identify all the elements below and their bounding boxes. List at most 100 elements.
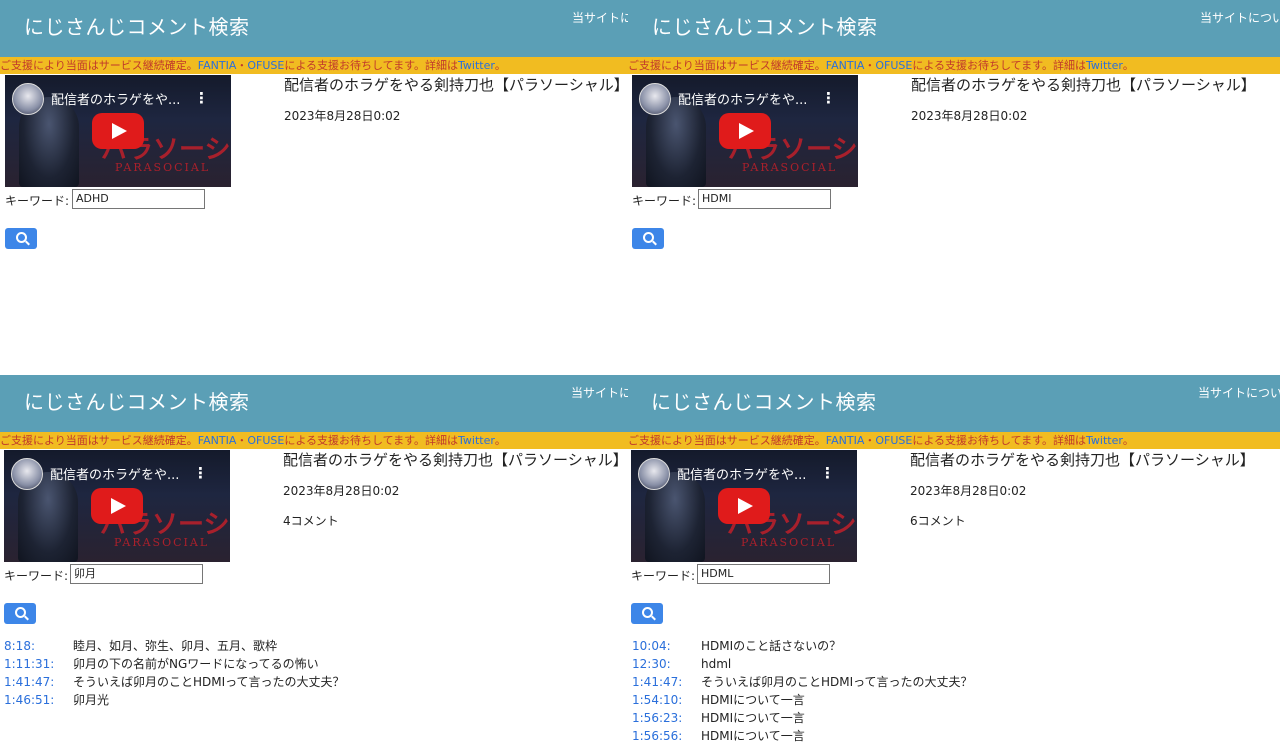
ofuse-link[interactable]: OFUSE (247, 59, 284, 72)
timestamp-link[interactable]: 8:18 (4, 637, 31, 655)
site-header: にじさんじコメント検索 当サイトについて (628, 0, 1280, 57)
timestamp-link[interactable]: 10:04 (632, 637, 667, 655)
keyword-input[interactable]: 卯月 (70, 564, 203, 584)
timestamp-colon: : (678, 675, 683, 689)
fantia-link[interactable]: FANTIA (198, 434, 237, 447)
youtube-play-icon[interactable] (718, 488, 770, 524)
search-icon (643, 232, 654, 243)
timestamp-colon: : (50, 675, 55, 689)
comment-row: 8:18: 睦月、如月、弥生、卯月、五月、歌枠 (4, 637, 277, 655)
search-button[interactable] (632, 228, 664, 249)
channel-avatar[interactable] (639, 83, 671, 115)
twitter-link[interactable]: Twitter (1086, 434, 1123, 447)
video-date: 2023年8月28日0:02 (910, 484, 1027, 498)
comment-row: 10:04: HDMIのこと話さないの？ (632, 637, 841, 655)
panel-uzuki: にじさんじコメント検索 当サイトについて ご支援により当面はサービス継続確定。F… (0, 375, 628, 750)
about-link[interactable]: 当サイトについて (571, 384, 628, 401)
site-title[interactable]: にじさんじコメント検索 (651, 386, 877, 415)
banner-text-mid: による支援お待ちしてます。詳細は (912, 434, 1087, 447)
keyword-label: キーワード: (4, 569, 69, 583)
search-icon (642, 607, 653, 618)
site-header: にじさんじコメント検索 当サイトについて (628, 375, 1280, 432)
video-thumbnail[interactable]: パラソーシャル PARASOCIAL 配信者のホラゲをや... ⋮ (631, 450, 857, 562)
timestamp-colon: : (30, 639, 35, 653)
youtube-play-icon[interactable] (91, 488, 143, 524)
ofuse-link[interactable]: OFUSE (875, 59, 912, 72)
thumb-title[interactable]: 配信者のホラゲをや... (51, 89, 180, 108)
channel-avatar[interactable] (638, 458, 670, 490)
about-link[interactable]: 当サイトについて (572, 9, 628, 26)
youtube-play-icon[interactable] (92, 113, 144, 149)
comment-text: そういえば卯月のことHDMIって言ったの大丈夫？ (701, 675, 973, 689)
site-title[interactable]: にじさんじコメント検索 (652, 11, 878, 40)
thumb-title[interactable]: 配信者のホラゲをや... (677, 464, 806, 483)
site-title[interactable]: にじさんじコメント検索 (24, 11, 250, 40)
comment-row: 1:56:23: HDMIについて一言 (632, 709, 805, 727)
thumb-title[interactable]: 配信者のホラゲをや... (50, 464, 179, 483)
panel-adhd: にじさんじコメント検索 当サイトについて ご支援により当面はサービス継続確定。F… (0, 0, 628, 375)
banner-text-mid: による支援お待ちしてます。詳細は (284, 59, 459, 72)
support-banner: ご支援により当面はサービス継続確定。FANTIA・OFUSEによる支援お待ちして… (0, 432, 628, 449)
thumb-bg-sub: PARASOCIAL (741, 536, 837, 549)
channel-avatar[interactable] (11, 458, 43, 490)
about-link[interactable]: 当サイトについて (1198, 384, 1280, 401)
about-link[interactable]: 当サイトについて (1200, 9, 1280, 26)
twitter-link[interactable]: Twitter (458, 434, 495, 447)
video-thumbnail[interactable]: パラソーシャル PARASOCIAL 配信者のホラゲをや... ⋮ (4, 450, 230, 562)
fantia-link[interactable]: FANTIA (826, 59, 865, 72)
support-banner: ご支援により当面はサービス継続確定。FANTIA・OFUSEによる支援お待ちして… (628, 432, 1280, 449)
site-header: にじさんじコメント検索 当サイトについて (0, 0, 628, 57)
timestamp-link[interactable]: 1:46:51 (4, 691, 50, 709)
banner-sep: ・ (864, 434, 876, 447)
timestamp-link[interactable]: 1:56:23 (632, 709, 678, 727)
timestamp-link[interactable]: 1:41:47 (4, 673, 50, 691)
video-date: 2023年8月28日0:02 (284, 109, 401, 123)
comment-text: 卯月の下の名前がNGワードになってるの怖い (73, 657, 319, 671)
video-title: 配信者のホラゲをやる剣持刀也【パラソーシャル】 (910, 451, 1255, 469)
timestamp-link[interactable]: 1:11:31 (4, 655, 50, 673)
video-thumbnail[interactable]: パラソーシャル PARASOCIAL 配信者のホラゲをや... ⋮ (632, 75, 858, 187)
twitter-link[interactable]: Twitter (1086, 59, 1123, 72)
banner-sep: ・ (236, 434, 248, 447)
keyword-label: キーワード: (5, 194, 70, 208)
timestamp-link[interactable]: 1:56:56 (632, 727, 678, 745)
kebab-menu-icon[interactable]: ⋮ (820, 464, 835, 482)
search-button[interactable] (4, 603, 36, 624)
timestamp-link[interactable]: 12:30 (632, 655, 667, 673)
banner-text-mid: による支援お待ちしてます。詳細は (912, 59, 1087, 72)
comment-text: 卯月光 (73, 693, 110, 707)
youtube-play-icon[interactable] (719, 113, 771, 149)
keyword-input[interactable]: HDML (697, 564, 830, 584)
keyword-input[interactable]: HDMI (698, 189, 831, 209)
thumb-bg-sub: PARASOCIAL (115, 161, 211, 174)
search-icon (16, 232, 27, 243)
ofuse-link[interactable]: OFUSE (875, 434, 912, 447)
thumb-title[interactable]: 配信者のホラゲをや... (678, 89, 807, 108)
search-button[interactable] (631, 603, 663, 624)
video-date: 2023年8月28日0:02 (911, 109, 1028, 123)
timestamp-link[interactable]: 1:54:10 (632, 691, 678, 709)
comment-row: 1:46:51: 卯月光 (4, 691, 109, 709)
banner-sep: ・ (864, 59, 876, 72)
banner-text-mid: による支援お待ちしてます。詳細は (284, 434, 459, 447)
comment-count: 4コメント (283, 514, 339, 528)
site-title[interactable]: にじさんじコメント検索 (24, 386, 250, 415)
comment-row: 1:41:47: そういえば卯月のことHDMIって言ったの大丈夫？ (632, 673, 973, 691)
kebab-menu-icon[interactable]: ⋮ (194, 89, 209, 107)
channel-avatar[interactable] (12, 83, 44, 115)
kebab-menu-icon[interactable]: ⋮ (193, 464, 208, 482)
search-button[interactable] (5, 228, 37, 249)
ofuse-link[interactable]: OFUSE (247, 434, 284, 447)
twitter-link[interactable]: Twitter (458, 59, 495, 72)
keyword-input[interactable]: ADHD (72, 189, 205, 209)
kebab-menu-icon[interactable]: ⋮ (821, 89, 836, 107)
results-list: 8:18: 睦月、如月、弥生、卯月、五月、歌枠 1:11:31: 卯月の下の名前がNG… (4, 637, 345, 709)
comment-text: HDMIについて一言 (701, 711, 805, 725)
timestamp-link[interactable]: 1:41:47 (632, 673, 678, 691)
video-thumbnail[interactable]: パラソーシャル PARASOCIAL 配信者のホラゲをや... ⋮ (5, 75, 231, 187)
comment-text: HDMIについて一言 (701, 693, 805, 707)
thumb-bg-sub: PARASOCIAL (114, 536, 210, 549)
fantia-link[interactable]: FANTIA (826, 434, 865, 447)
fantia-link[interactable]: FANTIA (198, 59, 237, 72)
timestamp-colon: : (678, 729, 683, 743)
